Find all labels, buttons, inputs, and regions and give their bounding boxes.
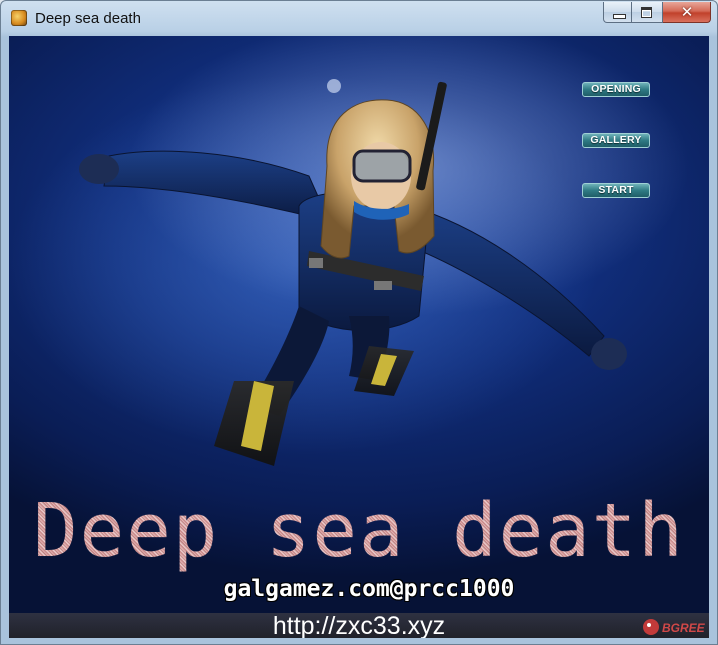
watermark-bar: http://zxc33.xyz BGREE <box>9 613 709 638</box>
corner-logo-mark <box>643 619 659 635</box>
maximize-icon <box>641 7 652 18</box>
corner-logo: BGREE <box>643 619 706 635</box>
game-window: Deep sea death ✕ OPENING GALLERY START D… <box>0 0 718 645</box>
menu-opening-button[interactable]: OPENING <box>582 82 650 97</box>
close-icon: ✕ <box>680 3 694 21</box>
corner-logo-text: BGREE <box>662 621 706 635</box>
corner-logo-mark <box>647 623 651 627</box>
game-title: Deep sea death <box>9 488 709 574</box>
window-controls: ✕ <box>603 2 711 24</box>
close-button[interactable]: ✕ <box>663 2 711 23</box>
air-bubble <box>327 79 341 93</box>
game-screen[interactable]: OPENING GALLERY START Deep sea death gal… <box>9 36 709 638</box>
dive-mask <box>352 149 412 183</box>
diver-left-hand <box>79 154 119 184</box>
window-title: Deep sea death <box>35 10 141 27</box>
minimize-button[interactable] <box>603 2 632 23</box>
maximize-button[interactable] <box>632 2 663 23</box>
harness-buckle <box>374 281 392 290</box>
credit-watermark: galgamez.com@prcc1000 <box>223 576 515 602</box>
minimize-icon <box>613 14 626 19</box>
title-bar[interactable]: Deep sea death ✕ <box>1 1 717 36</box>
harness-buckle <box>309 258 323 268</box>
diver-right-hand <box>591 338 627 370</box>
watermark-url: http://zxc33.xyz <box>272 612 446 638</box>
game-app-icon <box>11 10 27 26</box>
menu-start-button[interactable]: START <box>582 183 650 198</box>
menu-gallery-button[interactable]: GALLERY <box>582 133 650 148</box>
